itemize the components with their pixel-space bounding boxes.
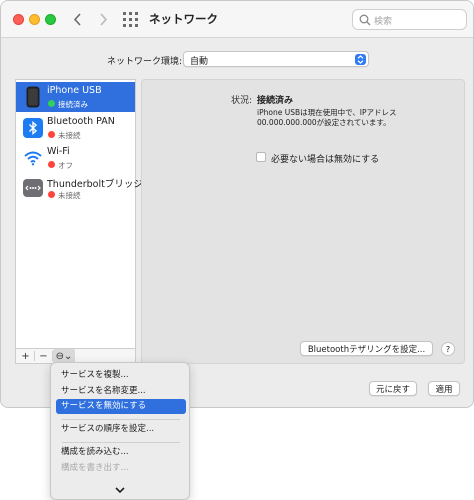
minimize-window-button[interactable] — [29, 14, 40, 25]
search-field[interactable]: 検索 — [352, 9, 467, 30]
service-status: オフ — [58, 161, 73, 170]
menu-separator — [62, 419, 180, 420]
service-item-thunderbolt-bridge[interactable]: Thunderboltブリッジ 未接続 — [16, 173, 143, 203]
status-dot — [48, 191, 55, 198]
service-item-bluetooth-pan[interactable]: Bluetooth PAN 未接続 — [16, 113, 135, 143]
service-status: 未接続 — [58, 131, 81, 140]
back-button[interactable] — [68, 10, 86, 28]
close-window-button[interactable] — [13, 14, 24, 25]
help-button[interactable]: ? — [441, 342, 455, 356]
network-preferences-window: ネットワーク 検索 ネットワーク環境: 自動 iPhone USB 接続済み B… — [0, 0, 474, 408]
status-label: 状況: — [231, 96, 253, 106]
service-item-wifi[interactable]: Wi-Fi オフ — [16, 143, 135, 173]
forward-button[interactable] — [94, 10, 112, 28]
bluetooth-tethering-button[interactable]: Bluetoothテザリングを設定... — [300, 341, 433, 356]
menu-item-export-configurations: 構成を書き出す... — [61, 463, 129, 473]
wifi-icon — [22, 147, 44, 169]
menu-item-import-configurations[interactable]: 構成を読み込む... — [56, 445, 186, 460]
remove-service-button[interactable]: − — [36, 349, 51, 363]
thunderbolt-icon — [22, 177, 44, 199]
disable-when-unneeded-checkbox[interactable] — [256, 152, 266, 162]
menu-item-disable-service[interactable]: サービスを無効にする — [56, 399, 186, 414]
add-service-button[interactable]: + — [18, 349, 33, 363]
status-dot — [48, 161, 55, 168]
action-menu-button[interactable]: ⊖⌄ — [53, 349, 75, 363]
service-item-iphone-usb[interactable]: iPhone USB 接続済み — [16, 82, 135, 112]
location-label: ネットワーク環境: — [107, 57, 183, 67]
location-value: 自動 — [190, 57, 209, 67]
search-icon — [359, 14, 371, 26]
checkbox-label: 必要ない場合は無効にする — [271, 155, 380, 165]
chevron-left-icon — [73, 12, 81, 26]
chevron-down-icon[interactable] — [114, 486, 126, 494]
menu-item-duplicate-service[interactable]: サービスを複製... — [56, 368, 186, 383]
search-placeholder: 検索 — [374, 17, 393, 27]
menu-item-set-service-order[interactable]: サービスの順序を設定... — [56, 422, 186, 437]
status-value: 接続済み — [257, 96, 294, 106]
iphone-icon — [22, 86, 44, 108]
menu-separator — [62, 442, 180, 443]
bluetooth-icon — [22, 117, 44, 139]
updown-arrows-icon — [355, 54, 366, 65]
show-all-button[interactable] — [123, 12, 138, 27]
service-status: 接続済み — [58, 100, 88, 109]
menu-item-rename-service[interactable]: サービスを名称変更... — [56, 384, 186, 399]
revert-button[interactable]: 元に戻す — [369, 381, 417, 396]
location-select[interactable]: 自動 — [183, 51, 369, 67]
window-title: ネットワーク — [149, 12, 218, 26]
service-name: Wi-Fi — [47, 146, 70, 157]
apply-button[interactable]: 適用 — [428, 381, 460, 396]
toolbar-divider — [34, 351, 35, 361]
grid-icon — [123, 12, 138, 27]
status-dot — [48, 131, 55, 138]
service-list: iPhone USB 接続済み Bluetooth PAN 未接続 Wi-Fi — [15, 79, 143, 349]
status-description: iPhone USBは現在使用中で、IPアドレス 00.000.000.000が… — [257, 108, 397, 127]
service-name: Thunderboltブリッジ — [47, 179, 143, 190]
service-name: iPhone USB — [47, 85, 102, 96]
status-dot — [48, 100, 55, 107]
service-name: Bluetooth PAN — [47, 116, 115, 127]
toolbar: ネットワーク 検索 — [1, 1, 473, 38]
chevron-right-icon — [99, 12, 107, 26]
service-status: 未接続 — [58, 191, 81, 200]
zoom-window-button[interactable] — [45, 14, 56, 25]
action-dropdown-menu: サービスを複製... サービスを名称変更... サービスを無効にする サービスの… — [50, 362, 190, 500]
